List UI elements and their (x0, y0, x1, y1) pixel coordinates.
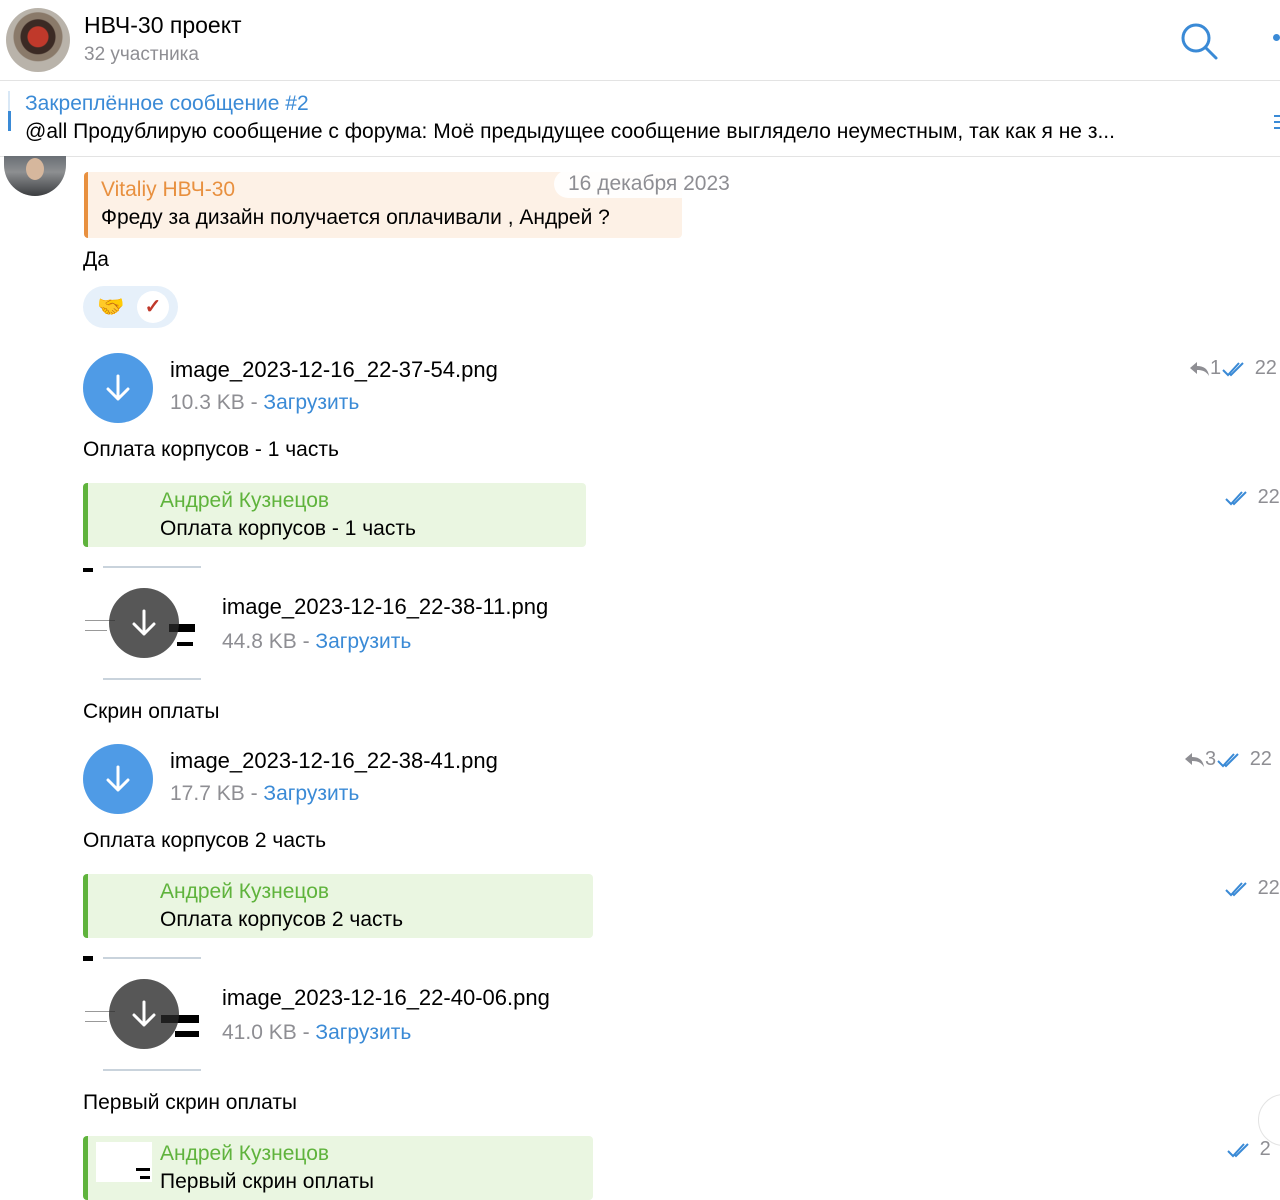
more-options-icon[interactable] (1273, 34, 1280, 41)
download-button[interactable] (109, 979, 179, 1049)
message-time: 22 (1257, 877, 1280, 899)
quote-author: Андрей Кузнецов (160, 1142, 330, 1165)
message-meta: 22 (1224, 877, 1280, 900)
reply-icon (1190, 361, 1209, 376)
file-meta: 44.8 KB - Загрузить (222, 630, 411, 654)
file-meta: 10.3 KB - Загрузить (170, 391, 359, 415)
search-icon[interactable] (1178, 20, 1220, 62)
message-time: 22 (1249, 748, 1272, 770)
file-size: 44.8 KB (222, 630, 297, 653)
quote-text: Оплата корпусов 2 часть (160, 908, 404, 931)
file-meta-separator: - (296, 1021, 316, 1044)
file-caption: Скрин оплаты (83, 700, 220, 723)
file-caption: Оплата корпусов 2 часть (83, 829, 327, 852)
image-thumbnail[interactable] (83, 955, 205, 1075)
chat-header: НВЧ-30 проект 32 участника (0, 0, 1280, 81)
quote-author: Андрей Кузнецов (160, 880, 330, 903)
date-separator: 16 декабря 2023 (554, 170, 744, 198)
forwarded-quote[interactable]: Андрей Кузнецов Оплата корпусов 2 часть (83, 874, 593, 938)
chat-avatar[interactable] (6, 8, 70, 72)
member-count: 32 участника (84, 44, 199, 65)
message-meta: 22 (1224, 486, 1280, 509)
download-link[interactable]: Загрузить (315, 630, 411, 653)
pinned-message-bar[interactable]: Закреплённое сообщение #2 @all Продублир… (0, 81, 1280, 157)
reactions[interactable]: 🤝 ✓ (83, 286, 178, 328)
pinned-title: Закреплённое сообщение #2 (25, 92, 309, 115)
message-time: 22 (1257, 486, 1280, 508)
file-size: 10.3 KB (170, 391, 245, 414)
pinned-indicator-active (8, 111, 11, 131)
chat-title[interactable]: НВЧ-30 проект (84, 12, 242, 39)
download-button[interactable] (83, 744, 153, 814)
quote-thumbnail (96, 1142, 152, 1182)
file-name: image_2023-12-16_22-37-54.png (170, 357, 498, 382)
arrow-down-icon (132, 609, 156, 636)
message-meta: 2 (1226, 1138, 1271, 1161)
file-size: 41.0 KB (222, 1021, 297, 1044)
pinned-text: @all Продублирую сообщение с форума: Моё… (25, 120, 1115, 143)
reply-quote-text: Фреду за дизайн получается оплачивали , … (101, 206, 610, 229)
arrow-down-icon (132, 1000, 156, 1027)
reply-quote-author: Vitaliy НВЧ-30 (101, 178, 236, 201)
forwarded-quote[interactable]: Андрей Кузнецов Оплата корпусов - 1 част… (83, 483, 586, 547)
file-meta-separator: - (244, 782, 264, 805)
file-caption: Оплата корпусов - 1 часть (83, 438, 339, 461)
download-link[interactable]: Загрузить (263, 391, 359, 414)
file-caption: Первый скрин оплаты (83, 1091, 298, 1114)
reply-icon (1185, 752, 1204, 767)
quote-text: Первый скрин оплаты (160, 1170, 375, 1193)
message-text: Да (83, 248, 109, 271)
file-name: image_2023-12-16_22-40-06.png (222, 985, 550, 1010)
message-meta: 3 22 (1183, 748, 1272, 771)
download-link[interactable]: Загрузить (263, 782, 359, 805)
sender-avatar[interactable] (4, 156, 66, 196)
quote-author: Андрей Кузнецов (160, 489, 330, 512)
arrow-down-icon (106, 374, 130, 401)
reply-count[interactable]: 3 (1205, 748, 1216, 770)
double-check-icon (1225, 491, 1247, 506)
double-check-icon (1225, 882, 1247, 897)
double-check-icon (1217, 753, 1239, 768)
quote-text: Оплата корпусов - 1 часть (160, 517, 416, 540)
double-check-icon (1222, 362, 1244, 377)
image-thumbnail[interactable] (83, 564, 205, 684)
file-name: image_2023-12-16_22-38-11.png (222, 594, 549, 619)
arrow-down-icon (106, 765, 130, 792)
file-meta: 17.7 KB - Загрузить (170, 782, 359, 806)
reaction-avatar: ✓ (137, 291, 169, 323)
double-check-icon (1227, 1143, 1249, 1158)
message-meta: 1 22 (1188, 357, 1277, 380)
file-name: image_2023-12-16_22-38-41.png (170, 748, 498, 773)
download-button[interactable] (83, 353, 153, 423)
handshake-icon[interactable]: 🤝 (97, 294, 124, 320)
reply-count[interactable]: 1 (1210, 357, 1221, 379)
download-button[interactable] (109, 588, 179, 658)
file-meta-separator: - (296, 630, 316, 653)
file-meta: 41.0 KB - Загрузить (222, 1021, 411, 1045)
file-size: 17.7 KB (170, 782, 245, 805)
forwarded-quote[interactable]: Андрей Кузнецов Первый скрин оплаты (83, 1136, 593, 1200)
file-meta-separator: - (244, 391, 264, 414)
pinned-indicator (8, 91, 10, 113)
download-link[interactable]: Загрузить (315, 1021, 411, 1044)
message-time: 22 (1254, 357, 1277, 379)
pinned-list-icon[interactable] (1274, 115, 1280, 129)
